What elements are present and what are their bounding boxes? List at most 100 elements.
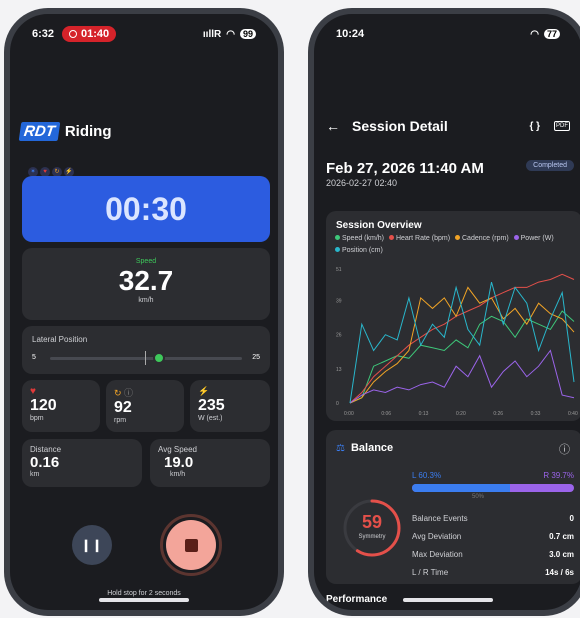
- riding-screen: 6:32 01:40 ııllR ◠ 99 RDT Riding ✶ ♥ ↻ ⚡ 00…: [10, 14, 278, 610]
- balance-row-value: 0.7 cm: [549, 532, 574, 541]
- distance-label: Distance: [30, 445, 62, 454]
- x-tick-label: 0:00: [344, 411, 354, 417]
- balance-row: Avg Deviation 0.7 cm: [412, 532, 574, 541]
- pdf-icon[interactable]: PDF: [554, 121, 570, 131]
- pause-icon: ❙❙: [80, 538, 104, 552]
- timer-card: 00:30: [22, 176, 270, 242]
- symmetry-score: 59: [361, 512, 383, 532]
- series-line: [349, 310, 575, 404]
- speed-card: Speed 32.7 km/h: [22, 248, 270, 320]
- lateral-center-mark: [145, 351, 146, 365]
- home-indicator[interactable]: [99, 598, 189, 602]
- lateral-card: Lateral Position 5 25: [22, 326, 270, 374]
- app-header: RDT Riding: [10, 110, 278, 152]
- speed-label: Speed: [135, 258, 157, 265]
- timer-value: 00:30: [105, 190, 187, 227]
- y-tick-label: 0: [336, 401, 339, 407]
- lateral-indicator: [153, 352, 166, 364]
- balance-title: Balance: [350, 442, 394, 454]
- status-badge: Completed: [526, 160, 574, 171]
- balance-bar-left: [412, 484, 510, 492]
- chart-svg: 51 39 26 13 0 0:00 0:06 0:13 0:20 0:26 0:33 0:40: [336, 267, 578, 417]
- y-tick-label: 13: [336, 367, 342, 373]
- lateral-max: 25: [252, 354, 260, 361]
- battery-icon: 99: [239, 29, 256, 39]
- x-tick-label: 0:26: [493, 411, 503, 417]
- rdt-logo: RDT: [18, 121, 61, 141]
- wifi-icon: ◠: [530, 28, 539, 40]
- balance-row-label: Balance Events: [412, 514, 468, 523]
- scale-icon: ⚖: [336, 442, 345, 454]
- cadence-icon: ↻ ⓘ: [114, 388, 134, 398]
- y-tick-label: 51: [336, 267, 342, 273]
- x-tick-label: 0:20: [456, 411, 466, 417]
- symmetry-label: Symmetry: [358, 534, 386, 540]
- page-title: Riding: [64, 122, 112, 140]
- x-tick-label: 0:13: [419, 411, 429, 417]
- heart-icon: ♥: [30, 386, 36, 397]
- back-arrow-icon[interactable]: ←: [326, 118, 340, 134]
- balance-bar: [412, 484, 574, 492]
- signal-icon: ııllR: [202, 28, 222, 40]
- heart-rate-unit: bpm: [30, 415, 44, 422]
- stop-icon: [184, 538, 198, 552]
- clock: 6:32: [32, 28, 55, 40]
- cadence-card: ↻ ⓘ 92 rpm: [106, 380, 184, 432]
- home-indicator[interactable]: [403, 598, 493, 602]
- balance-row: L / R Time 14s / 6s: [412, 568, 574, 577]
- status-bar: 6:32 01:40 ııllR ◠ 99: [10, 14, 278, 54]
- avg-speed-label: Avg Speed: [158, 445, 197, 454]
- cadence-value: 92: [114, 399, 132, 416]
- page-title: Session Detail: [352, 118, 448, 134]
- distance-unit: km: [30, 471, 40, 478]
- speed-unit: km/h: [138, 297, 154, 304]
- heart-rate-value: 120: [30, 397, 57, 414]
- distance-card: Distance 0.16 km: [22, 439, 142, 487]
- info-icon[interactable]: ⓘ: [559, 441, 570, 457]
- info-icon[interactable]: ⓘ: [124, 388, 133, 398]
- avg-speed-card: Avg Speed 19.0 km/h: [150, 439, 270, 487]
- app-header: ← Session Detail { } PDF: [326, 114, 570, 138]
- speed-value: 32.7: [118, 265, 174, 296]
- left-phone: 6:32 01:40 ııllR ◠ 99 RDT Riding ✶ ♥ ↻ ⚡ 00…: [4, 8, 284, 616]
- lateral-min: 5: [32, 354, 36, 361]
- session-subdate: 2026-02-27 02:40: [326, 178, 398, 188]
- balance-row: Balance Events 0: [412, 514, 574, 523]
- cadence-unit: rpm: [114, 417, 127, 424]
- power-value: 235: [198, 397, 225, 414]
- balance-card: ⚖ Balance ⓘ L 60.3% R 39.7% 50% 59 Symme…: [326, 430, 580, 584]
- x-tick-label: 0:33: [531, 411, 541, 417]
- balance-mid: 50%: [472, 494, 485, 500]
- power-card: ⚡ 235 W (est.): [190, 380, 270, 432]
- status-bar: 10:24 ◠ 77: [314, 14, 580, 54]
- avg-speed-value: 19.0: [164, 454, 194, 471]
- balance-row-label: Avg Deviation: [412, 532, 462, 541]
- record-icon: [69, 30, 78, 38]
- balance-header: ⚖ Balance: [336, 442, 393, 454]
- power-icon: ⚡: [198, 386, 210, 396]
- balance-row-value: 0: [569, 514, 574, 523]
- right-percent: R 39.7%: [543, 471, 574, 480]
- heart-rate-card: ♥ 120 bpm: [22, 380, 100, 432]
- lateral-track: [50, 357, 242, 360]
- recording-time: 01:40: [81, 28, 110, 40]
- performance-heading: Performance: [326, 594, 388, 605]
- y-tick-label: 39: [336, 299, 342, 305]
- clock: 10:24: [336, 28, 365, 40]
- json-icon[interactable]: { }: [529, 121, 540, 132]
- hold-hint: Hold stop for 2 seconds: [107, 590, 181, 597]
- series-line: [349, 349, 575, 404]
- stop-button[interactable]: [160, 514, 222, 576]
- pause-button[interactable]: ❙❙: [72, 525, 112, 565]
- series-line: [349, 281, 575, 404]
- power-unit: W (est.): [198, 415, 223, 422]
- x-tick-label: 0:06: [381, 411, 391, 417]
- session-overview-card: Session Overview Speed (km/h) Heart Rate…: [326, 211, 580, 421]
- distance-value: 0.16: [30, 454, 60, 471]
- balance-row-value: 3.0 cm: [549, 550, 574, 559]
- right-phone: 10:24 ◠ 77 ← Session Detail { } PDF Feb …: [308, 8, 580, 616]
- balance-row: Max Deviation 3.0 cm: [412, 550, 574, 559]
- y-tick-label: 26: [336, 333, 342, 339]
- recording-badge[interactable]: 01:40: [62, 26, 117, 42]
- x-tick-label: 0:40: [568, 411, 578, 417]
